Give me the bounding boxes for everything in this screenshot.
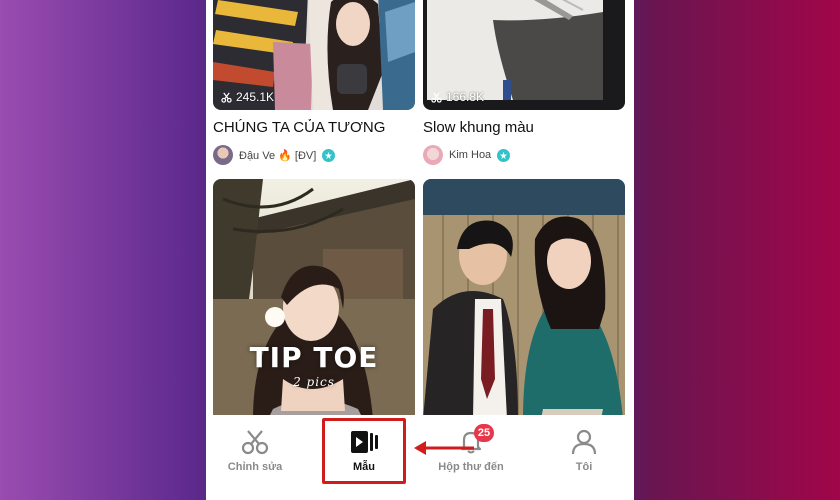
avatar	[423, 145, 443, 165]
author-row[interactable]: Đậu Ve 🔥 [ĐV]	[213, 145, 415, 165]
author-name: Đậu Ve 🔥 [ĐV]	[239, 149, 317, 162]
template-thumbnail[interactable]	[423, 179, 625, 419]
overlay-title: TIP TOE	[249, 341, 379, 374]
template-card[interactable]: 166.8K Slow khung màu Kim Hoa	[423, 0, 625, 165]
tab-edit[interactable]: Chỉnh sửa	[210, 429, 300, 473]
template-title: CHÚNG TA CỦA TƯƠNG	[213, 119, 386, 136]
scissors-icon	[221, 92, 232, 103]
template-thumbnail[interactable]: TIP TOE 2 pics	[213, 179, 415, 419]
arrow-annotation-icon	[414, 441, 474, 455]
view-count-text: 166.8K	[446, 90, 485, 104]
view-count: 166.8K	[431, 90, 484, 104]
template-card[interactable]: TIP TOE 2 pics	[213, 179, 415, 419]
template-title: Slow khung màu	[423, 119, 534, 136]
app-screen: 245.1K CHÚNG TA CỦA TƯƠNG Đậu Ve 🔥 [ĐV] …	[206, 0, 634, 500]
view-count-text: 245.1K	[236, 90, 275, 104]
verified-icon	[497, 148, 511, 162]
tab-label: Chỉnh sửa	[227, 461, 283, 473]
thumbnail-image	[423, 179, 625, 419]
scissors-icon	[241, 430, 269, 455]
notification-badge: 25	[474, 424, 494, 442]
avatar	[213, 145, 233, 165]
scissors-icon	[431, 92, 442, 103]
template-card[interactable]	[423, 179, 625, 419]
tab-label: Hộp thư đến	[438, 461, 504, 473]
template-thumbnail[interactable]: 245.1K	[213, 0, 415, 110]
author-name: Kim Hoa	[449, 149, 492, 161]
view-count: 245.1K	[221, 90, 274, 104]
verified-icon	[322, 148, 336, 162]
template-thumbnail[interactable]: 166.8K	[423, 0, 625, 110]
highlight-box	[322, 418, 406, 484]
author-row[interactable]: Kim Hoa	[423, 145, 625, 165]
overlay-subtitle: 2 pics	[293, 375, 335, 389]
template-card[interactable]: 245.1K CHÚNG TA CỦA TƯƠNG Đậu Ve 🔥 [ĐV]	[213, 0, 415, 165]
tab-label: Tôi	[575, 461, 593, 473]
tab-me[interactable]: Tôi	[539, 429, 629, 473]
person-icon	[571, 429, 597, 455]
